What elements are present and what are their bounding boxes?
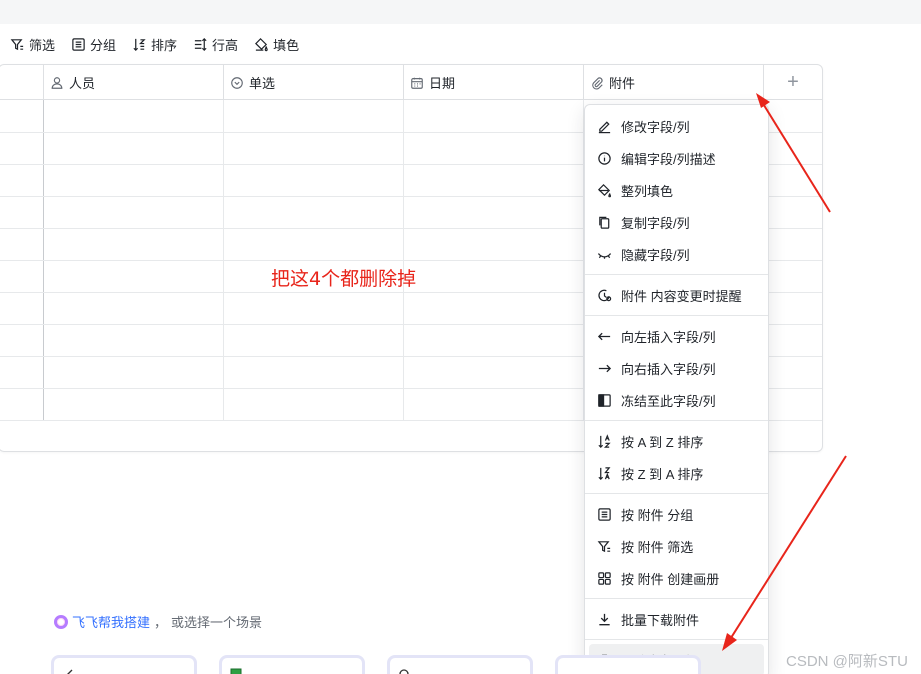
- menu-item-fill-column[interactable]: 整列填色: [585, 174, 768, 206]
- fill-button[interactable]: 填色: [254, 35, 299, 54]
- sort-label: 排序: [151, 37, 178, 53]
- top-band: [0, 0, 921, 24]
- menu-item-freeze[interactable]: 冻结至此字段/列: [585, 384, 768, 416]
- filter-icon: [597, 540, 611, 552]
- menu-item-label: 附件 内容变更时提醒: [621, 288, 742, 304]
- menu-item-group-by[interactable]: 按 附件 分组: [585, 498, 768, 530]
- column-label: 单选: [249, 76, 276, 91]
- menu-item-label: 批量下载附件: [621, 612, 700, 628]
- sort-button[interactable]: 排序: [132, 35, 177, 54]
- menu-separator: [585, 639, 768, 640]
- column-header-attachment[interactable]: 附件: [583, 65, 764, 100]
- gallery-grid-icon: [598, 571, 611, 585]
- scenario-card[interactable]: [387, 655, 533, 674]
- helper-hint-text: 或选择一个场景: [171, 615, 263, 630]
- scenario-card[interactable]: [555, 655, 701, 674]
- scenario-card[interactable]: [219, 655, 365, 674]
- menu-item-label: 向右插入字段/列: [621, 361, 716, 377]
- filter-button[interactable]: 筛选: [10, 35, 55, 54]
- ai-assistant-icon: [54, 614, 68, 629]
- helper-comma: ，: [154, 615, 168, 630]
- row-height-button[interactable]: 行高: [193, 35, 238, 54]
- column-label: 附件: [609, 76, 636, 91]
- paint-bucket-icon: [255, 37, 268, 51]
- menu-item-label: 编辑字段/列描述: [621, 151, 716, 167]
- copy-icon: [599, 216, 610, 229]
- sort-a-z-icon: [598, 433, 611, 448]
- sort-z-a-icon: [598, 466, 611, 480]
- view-toolbar: 筛选 分组 排序 行高 填色: [0, 24, 921, 64]
- menu-item-insert-right[interactable]: 向右插入字段/列: [585, 352, 768, 384]
- scenario-icon: [399, 669, 409, 674]
- row-height-label: 行高: [212, 37, 239, 53]
- menu-item-label: 按 Z 到 A 排序: [621, 466, 704, 482]
- menu-item-label: 整列填色: [621, 183, 674, 199]
- column-label: 人员: [69, 76, 96, 91]
- menu-item-change-reminder[interactable]: 附件 内容变更时提醒: [585, 279, 768, 311]
- menu-item-hide-field[interactable]: 隐藏字段/列: [585, 238, 768, 270]
- menu-separator: [585, 420, 768, 421]
- paint-bucket-icon: [598, 183, 612, 197]
- eye-closed-icon: [597, 252, 612, 259]
- menu-item-label: 复制字段/列: [621, 215, 690, 231]
- menu-item-label: 隐藏字段/列: [621, 247, 690, 263]
- menu-item-edit-description[interactable]: 编辑字段/列描述: [585, 142, 768, 174]
- scenario-icon: [230, 668, 242, 674]
- menu-item-label: 按 A 到 Z 排序: [621, 434, 704, 450]
- clock-bell-icon: [598, 289, 612, 301]
- menu-item-sort-a-z[interactable]: 按 A 到 Z 排序: [585, 425, 768, 457]
- add-column-button[interactable]: +: [763, 65, 822, 100]
- freeze-column-icon: [598, 393, 611, 407]
- menu-item-sort-z-a[interactable]: 按 Z 到 A 排序: [585, 457, 768, 489]
- menu-item-label: 按 附件 分组: [621, 507, 694, 523]
- group-icon: [72, 37, 85, 51]
- row-height-icon: [194, 37, 207, 51]
- column-context-menu: 修改字段/列 编辑字段/列描述 整列填色 复制字段/列 隐藏字段/列 附件 内容…: [584, 104, 769, 674]
- filter-label: 筛选: [29, 37, 56, 53]
- ai-helper-prompt: 飞飞帮我搭建 ， 或选择一个场景: [54, 612, 262, 631]
- paperclip-icon: [592, 76, 603, 89]
- info-icon: [598, 151, 611, 165]
- menu-item-label: 冻结至此字段/列: [621, 393, 716, 409]
- arrow-left-icon: [597, 332, 611, 340]
- annotation-text: 把这4个都删除掉: [271, 268, 417, 290]
- scenario-icon: [67, 669, 73, 674]
- menu-separator: [585, 493, 768, 494]
- download-icon: [599, 613, 610, 625]
- column-label: 日期: [429, 76, 456, 91]
- menu-separator: [585, 598, 768, 599]
- person-icon: [51, 76, 63, 89]
- watermark: CSDN @阿新STU: [786, 653, 908, 670]
- filter-icon: [10, 38, 24, 50]
- menu-separator: [585, 274, 768, 275]
- group-button[interactable]: 分组: [71, 35, 116, 54]
- menu-item-filter-by[interactable]: 按 附件 筛选: [585, 530, 768, 562]
- column-header-person[interactable]: 人员: [43, 65, 224, 100]
- pencil-icon: [598, 120, 611, 133]
- menu-item-batch-download[interactable]: 批量下载附件: [585, 603, 768, 635]
- column-header-date[interactable]: 日期: [403, 65, 584, 100]
- menu-item-create-gallery[interactable]: 按 附件 创建画册: [585, 562, 768, 594]
- sort-icon: [133, 38, 146, 51]
- fill-label: 填色: [273, 37, 300, 53]
- radio-icon: [231, 76, 243, 89]
- ai-build-link[interactable]: 飞飞帮我搭建: [72, 612, 150, 631]
- calendar-icon: [411, 77, 423, 89]
- scenario-card[interactable]: [51, 655, 197, 674]
- menu-separator: [585, 315, 768, 316]
- menu-item-label: 按 附件 筛选: [621, 539, 694, 555]
- arrow-right-icon: [598, 364, 612, 372]
- menu-item-insert-left[interactable]: 向左插入字段/列: [585, 320, 768, 352]
- group-label: 分组: [90, 37, 117, 53]
- menu-item-copy-field[interactable]: 复制字段/列: [585, 206, 768, 238]
- column-header-single-select[interactable]: 单选: [223, 65, 404, 100]
- row-index-header: [0, 65, 44, 100]
- grid-header: 人员 单选 日期 附件 +: [0, 65, 822, 100]
- menu-item-label: 修改字段/列: [621, 119, 690, 135]
- menu-item-edit-field[interactable]: 修改字段/列: [585, 110, 768, 142]
- menu-item-label: 按 附件 创建画册: [621, 571, 720, 587]
- group-icon: [598, 507, 611, 521]
- menu-item-label: 向左插入字段/列: [621, 329, 716, 345]
